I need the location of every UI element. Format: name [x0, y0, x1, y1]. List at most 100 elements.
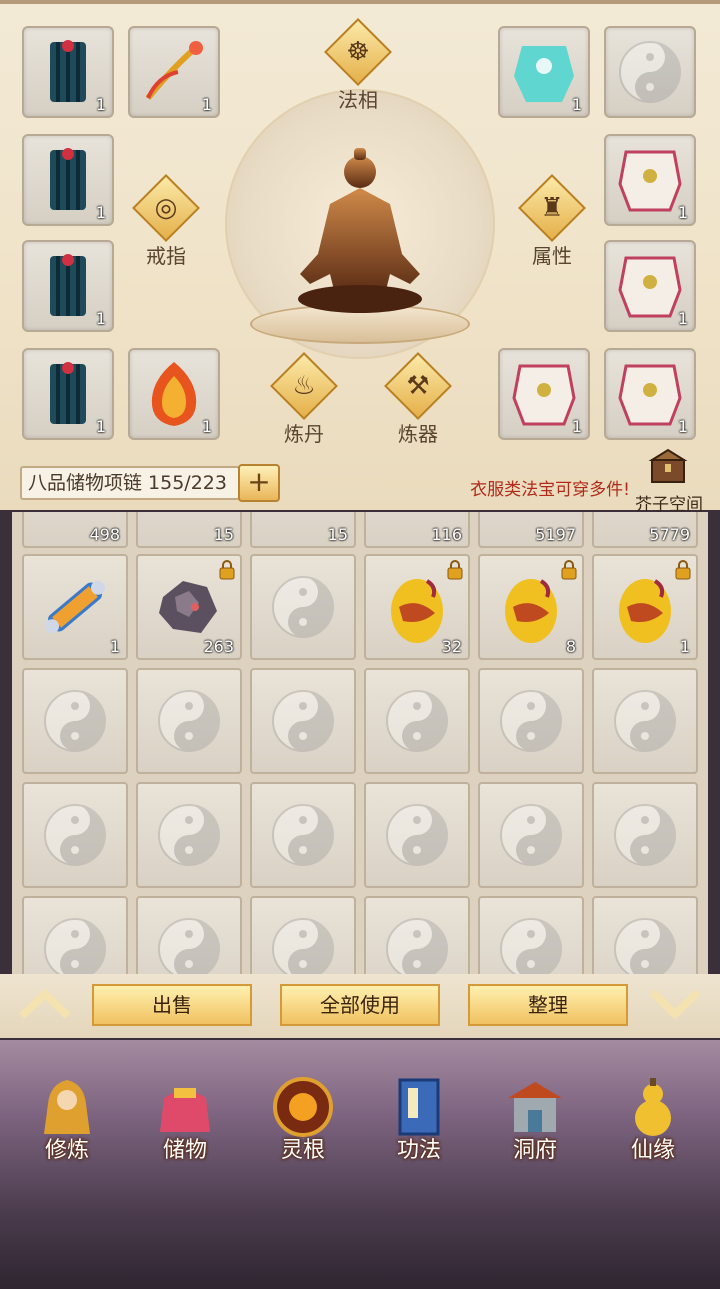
equip-slot-right-3[interactable]: 1 [604, 134, 696, 226]
item-count: 1 [109, 637, 120, 656]
empty-slot-icon [386, 918, 448, 974]
scroll-down-icon[interactable] [646, 984, 704, 1024]
storage-slot[interactable]: 32 [364, 554, 470, 660]
nav-label: 修炼 [44, 1138, 89, 1163]
nav-technique[interactable]: 功法 [364, 1070, 474, 1170]
storage-slot-empty[interactable] [478, 668, 584, 774]
scroll-up-icon[interactable] [16, 984, 74, 1024]
phoenix-bow-icon [145, 41, 203, 100]
empty-slot-icon [386, 804, 448, 866]
storage-slot[interactable]: 5197 [478, 512, 584, 548]
technique-book-icon [398, 1078, 440, 1136]
robe-skirt-icon [50, 40, 86, 102]
empty-slot-icon [614, 690, 676, 752]
storage-slot[interactable]: 8 [478, 554, 584, 660]
nav-spirit-root[interactable]: 灵根 [248, 1070, 358, 1170]
empty-slot-icon [500, 804, 562, 866]
storage-slot-empty[interactable] [592, 782, 698, 888]
storage-slot-empty[interactable] [250, 896, 356, 974]
empty-slot-icon [158, 918, 220, 974]
storage-slot-empty[interactable] [478, 782, 584, 888]
storage-slot-empty[interactable] [364, 668, 470, 774]
fate-gourd-icon [635, 1078, 671, 1136]
storage-slot-empty[interactable] [364, 782, 470, 888]
storage-slot-empty[interactable] [478, 896, 584, 974]
nav-storage[interactable]: 储物 [130, 1070, 240, 1170]
equip-slot-left-3[interactable]: 1 [22, 134, 114, 226]
jiezi-space-button[interactable]: 芥子空间 [628, 446, 710, 515]
cultivate-icon [44, 1080, 90, 1134]
attributes-label: 属性 [532, 244, 572, 268]
flame-armor-icon [151, 362, 197, 426]
equip-slot-left-6[interactable]: 1 [128, 348, 220, 440]
cave-mansion-icon [508, 1082, 562, 1132]
organize-button[interactable]: 整理 [468, 984, 628, 1026]
storage-slot[interactable]: 5779 [592, 512, 698, 548]
white-robe-icon [618, 256, 682, 318]
action-bar: 出售 全部使用 整理 [0, 974, 720, 1038]
sell-button[interactable]: 出售 [92, 984, 252, 1026]
nav-cultivate[interactable]: 修炼 [12, 1070, 122, 1170]
empty-slot-icon [272, 804, 334, 866]
storage-slot-empty[interactable] [22, 896, 128, 974]
empty-slot-icon [44, 804, 106, 866]
storage-slot-empty[interactable] [136, 668, 242, 774]
storage-slot[interactable]: 1 [22, 554, 128, 660]
equip-slot-right-2-empty[interactable] [604, 26, 696, 118]
expand-storage-button[interactable]: + [238, 464, 280, 502]
alchemy-button[interactable]: ♨ 炼丹 [254, 352, 354, 458]
item-count: 15 [213, 525, 234, 544]
storage-slot[interactable]: 498 [22, 512, 128, 548]
item-count: 1 [201, 95, 212, 114]
storage-slot[interactable]: 1 [592, 554, 698, 660]
storage-slot-empty[interactable] [136, 782, 242, 888]
empty-slot-icon [500, 918, 562, 974]
storage-slot-empty[interactable] [250, 782, 356, 888]
nav-label: 仙缘 [630, 1138, 675, 1163]
item-count: 5779 [649, 525, 690, 544]
faxiang-button[interactable]: ☸ 法相 [308, 18, 408, 124]
item-count: 5197 [535, 525, 576, 544]
use-all-button[interactable]: 全部使用 [280, 984, 440, 1026]
nav-fate[interactable]: 仙缘 [598, 1070, 708, 1170]
storage-slot-empty[interactable] [592, 668, 698, 774]
equip-slot-left-2[interactable]: 1 [128, 26, 220, 118]
dragon-egg-icon [505, 579, 557, 643]
storage-slot[interactable]: 116 [364, 512, 470, 548]
meditating-character-silhouette[interactable] [290, 144, 430, 314]
storage-slot-empty[interactable] [22, 668, 128, 774]
forge-button[interactable]: ⚒ 炼器 [368, 352, 468, 458]
storage-slot-empty[interactable] [250, 668, 356, 774]
empty-slot-icon [272, 576, 334, 638]
equip-slot-right-6[interactable]: 1 [604, 348, 696, 440]
storage-slot-empty[interactable] [22, 782, 128, 888]
ring-button[interactable]: ◎ 戒指 [116, 174, 216, 280]
storage-slot[interactable]: 15 [250, 512, 356, 548]
storage-slot[interactable]: 263 [136, 554, 242, 660]
equip-slot-left-1[interactable]: 1 [22, 26, 114, 118]
empty-slot-icon [44, 918, 106, 974]
storage-slot[interactable]: 15 [136, 512, 242, 548]
storage-slot-empty[interactable] [136, 896, 242, 974]
item-count: 1 [677, 203, 688, 222]
equip-slot-left-5[interactable]: 1 [22, 348, 114, 440]
equip-slot-left-4[interactable]: 1 [22, 240, 114, 332]
white-robe-icon [618, 364, 682, 426]
equip-slot-right-4[interactable]: 1 [604, 240, 696, 332]
storage-grid[interactable]: 498 15 15 116 5197 5779 1 263 32 8 1 [12, 512, 708, 974]
ore-icon [159, 581, 217, 633]
nav-cave-mansion[interactable]: 洞府 [480, 1070, 590, 1170]
empty-slot-icon [272, 918, 334, 974]
attributes-button[interactable]: ♜ 属性 [502, 174, 602, 280]
lock-icon [675, 560, 691, 580]
storage-slot-empty[interactable] [364, 896, 470, 974]
item-count: 498 [89, 525, 120, 544]
empty-slot-icon [500, 690, 562, 752]
storage-slot-empty[interactable] [592, 896, 698, 974]
empty-slot-icon [158, 804, 220, 866]
item-count: 32 [441, 637, 462, 656]
lock-icon [219, 560, 235, 580]
equip-slot-right-1[interactable]: 1 [498, 26, 590, 118]
storage-slot-empty[interactable] [250, 554, 356, 660]
equip-slot-right-5[interactable]: 1 [498, 348, 590, 440]
